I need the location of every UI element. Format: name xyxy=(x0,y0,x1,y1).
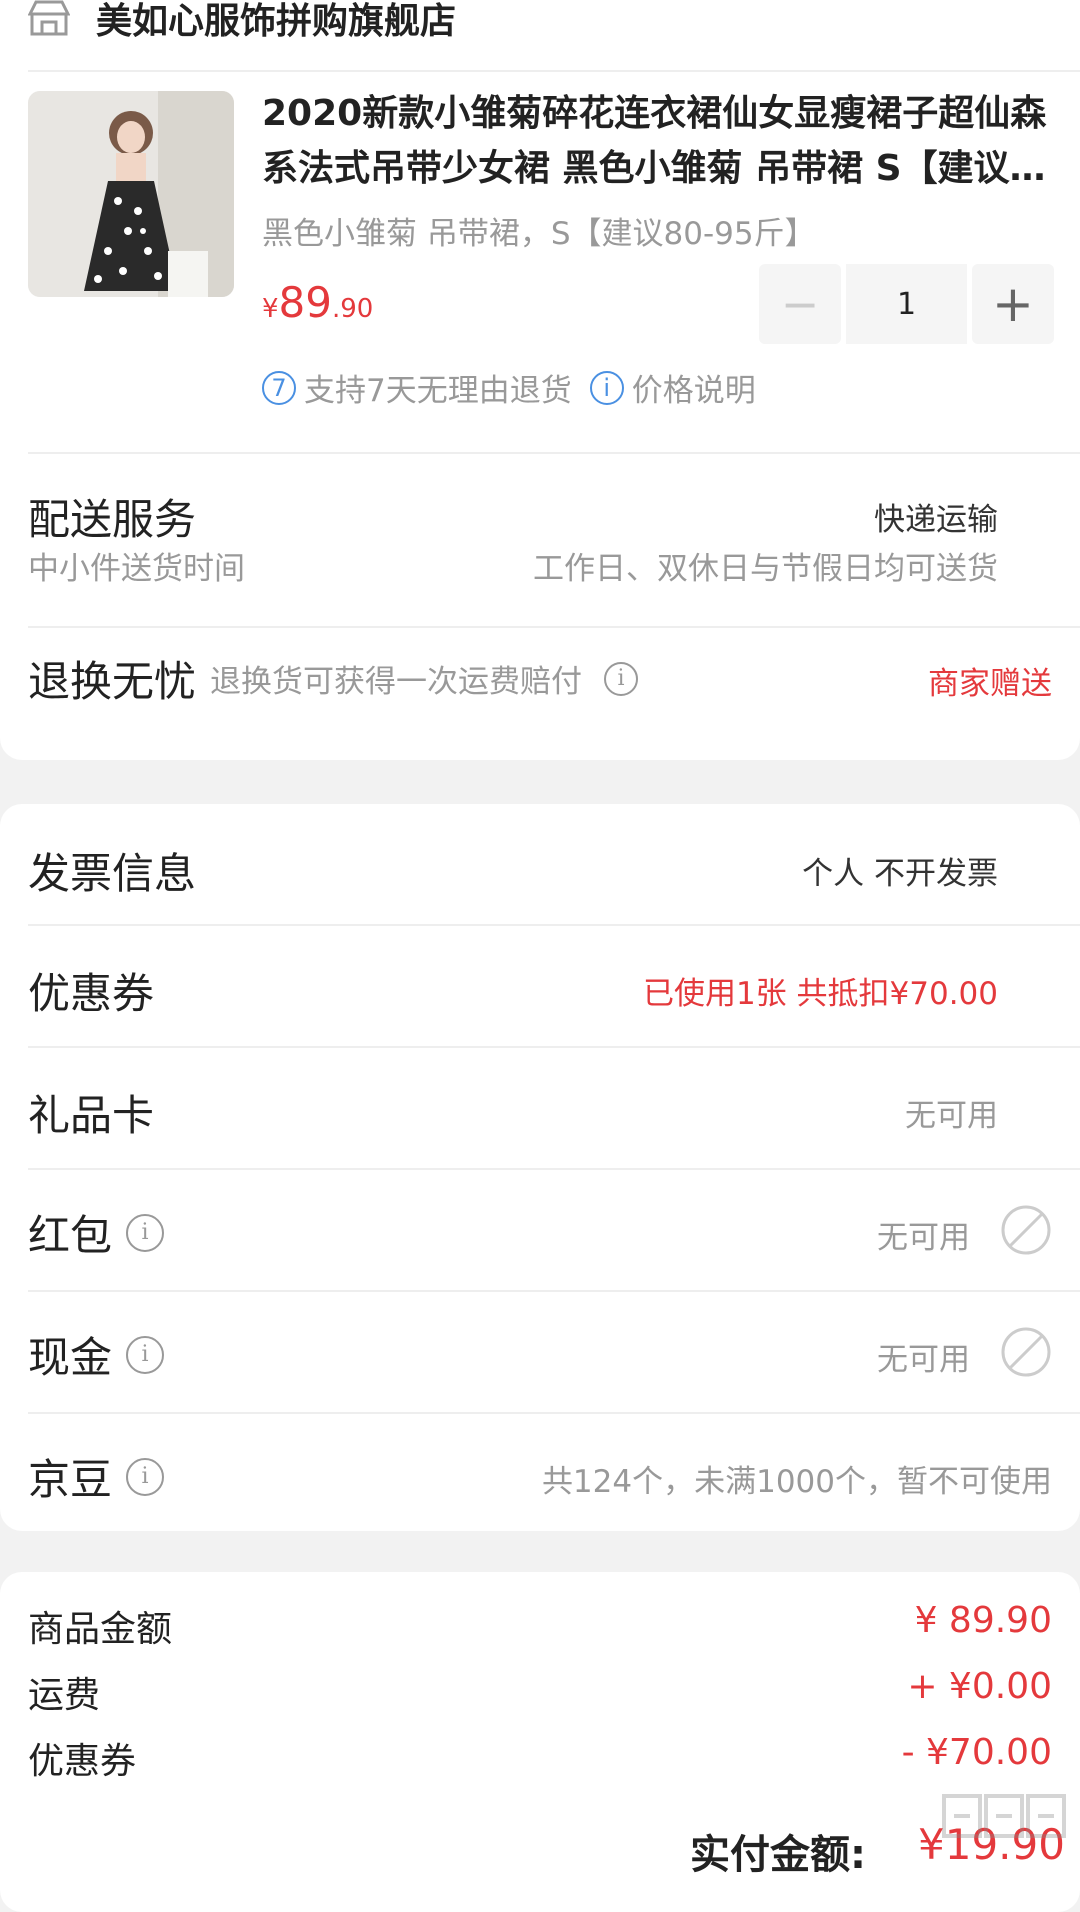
red-packet-row: 红包 i xyxy=(28,1202,165,1263)
cash-row: 现金 i xyxy=(28,1324,165,1385)
return-worry-free-label: 退换无忧 xyxy=(28,657,197,706)
price-integer: 89 xyxy=(278,278,332,327)
shipping-fee-label: 运费 xyxy=(28,1675,101,1716)
jingdou-label: 京豆 xyxy=(28,1455,113,1504)
price-decimal: .90 xyxy=(332,294,374,324)
product-thumbnail[interactable] xyxy=(28,91,234,297)
coupon-discount-label: 优惠券 xyxy=(28,1741,137,1782)
quantity-stepper: − 1 + xyxy=(759,264,1054,344)
gift-card-label: 礼品卡 xyxy=(28,1091,155,1140)
merchant-gift-label: 商家赠送 xyxy=(928,666,1052,702)
return-worry-free-row[interactable]: 退换无忧 退换货可获得一次运费赔付 i xyxy=(28,648,639,709)
price-currency: ¥ xyxy=(262,294,279,324)
info-icon: i xyxy=(589,370,624,405)
divider xyxy=(28,1046,1080,1048)
unavailable-icon xyxy=(1001,1327,1051,1377)
gift-card-value[interactable]: 无可用 xyxy=(905,1090,998,1135)
shipping-fee-value: + ¥0.00 xyxy=(907,1666,1052,1707)
increase-quantity-button[interactable]: + xyxy=(972,264,1054,344)
order-item-card: 美如心服饰拼购旗舰店 2020新款小雏菊碎花连衣裙仙女显瘦裙子超仙森系法式吊带少… xyxy=(0,0,1080,760)
jingdou-row: 京豆 i xyxy=(28,1446,165,1507)
delivery-method[interactable]: 快递运输 xyxy=(874,494,998,539)
info-icon[interactable]: i xyxy=(604,661,639,696)
divider xyxy=(28,1290,1080,1292)
cash-label: 现金 xyxy=(28,1333,113,1382)
divider xyxy=(28,1168,1080,1170)
price-explanation-link[interactable]: 价格说明 xyxy=(632,365,756,410)
payment-options-card: 发票信息 个人 不开发票 优惠券 已使用1张 共抵扣¥70.00 礼品卡 无可用… xyxy=(0,804,1080,1531)
delivery-time-label: 中小件送货时间 xyxy=(28,551,245,587)
coupon-value[interactable]: 已使用1张 共抵扣¥70.00 xyxy=(643,968,998,1013)
product-price: ¥89.90 xyxy=(262,278,373,327)
store-header[interactable]: 美如心服饰拼购旗舰店 xyxy=(28,0,456,48)
divider xyxy=(28,1412,1080,1414)
info-icon[interactable]: i xyxy=(126,1213,165,1252)
return-policy-text[interactable]: 支持7天无理由退货 xyxy=(304,365,572,410)
total-payment-label: 实付金额: xyxy=(690,1832,866,1878)
product-title[interactable]: 2020新款小雏菊碎花连衣裙仙女显瘦裙子超仙森系法式吊带少女裙 黑色小雏菊 吊带… xyxy=(262,86,1052,196)
red-packet-value: 无可用 xyxy=(877,1220,970,1256)
delivery-time-value: 工作日、双休日与节假日均可送货 xyxy=(533,551,998,587)
seven-day-return-icon: 7 xyxy=(262,370,296,405)
coupon-discount-value: - ¥70.00 xyxy=(901,1732,1052,1773)
return-worry-free-desc: 退换货可获得一次运费赔付 xyxy=(210,664,583,700)
quantity-value[interactable]: 1 xyxy=(846,264,967,344)
divider xyxy=(28,70,1080,72)
product-service-tags: 7 支持7天无理由退货 i 价格说明 xyxy=(262,365,756,410)
info-icon[interactable]: i xyxy=(126,1457,165,1496)
unavailable-icon xyxy=(1001,1205,1051,1255)
info-icon[interactable]: i xyxy=(126,1335,165,1374)
goods-amount-value: ¥ 89.90 xyxy=(914,1600,1052,1641)
jingdou-value: 共124个，未满1000个，暂不可使用 xyxy=(541,1464,1052,1500)
goods-amount-label: 商品金额 xyxy=(28,1609,173,1650)
watermark-logo xyxy=(942,1794,1066,1838)
invoice-label: 发票信息 xyxy=(28,849,197,898)
red-packet-label: 红包 xyxy=(28,1211,113,1260)
store-name[interactable]: 美如心服饰拼购旗舰店 xyxy=(96,0,456,44)
cash-value: 无可用 xyxy=(877,1342,970,1378)
invoice-value[interactable]: 个人 不开发票 xyxy=(802,848,998,893)
divider xyxy=(28,924,1080,926)
store-icon xyxy=(28,0,70,36)
product-spec[interactable]: 黑色小雏菊 吊带裙，S【建议80-95斤】 xyxy=(262,208,816,253)
decrease-quantity-button[interactable]: − xyxy=(759,264,841,344)
divider xyxy=(28,452,1080,454)
divider xyxy=(28,626,1080,628)
delivery-service-label: 配送服务 xyxy=(28,495,197,544)
coupon-label: 优惠券 xyxy=(28,969,155,1018)
